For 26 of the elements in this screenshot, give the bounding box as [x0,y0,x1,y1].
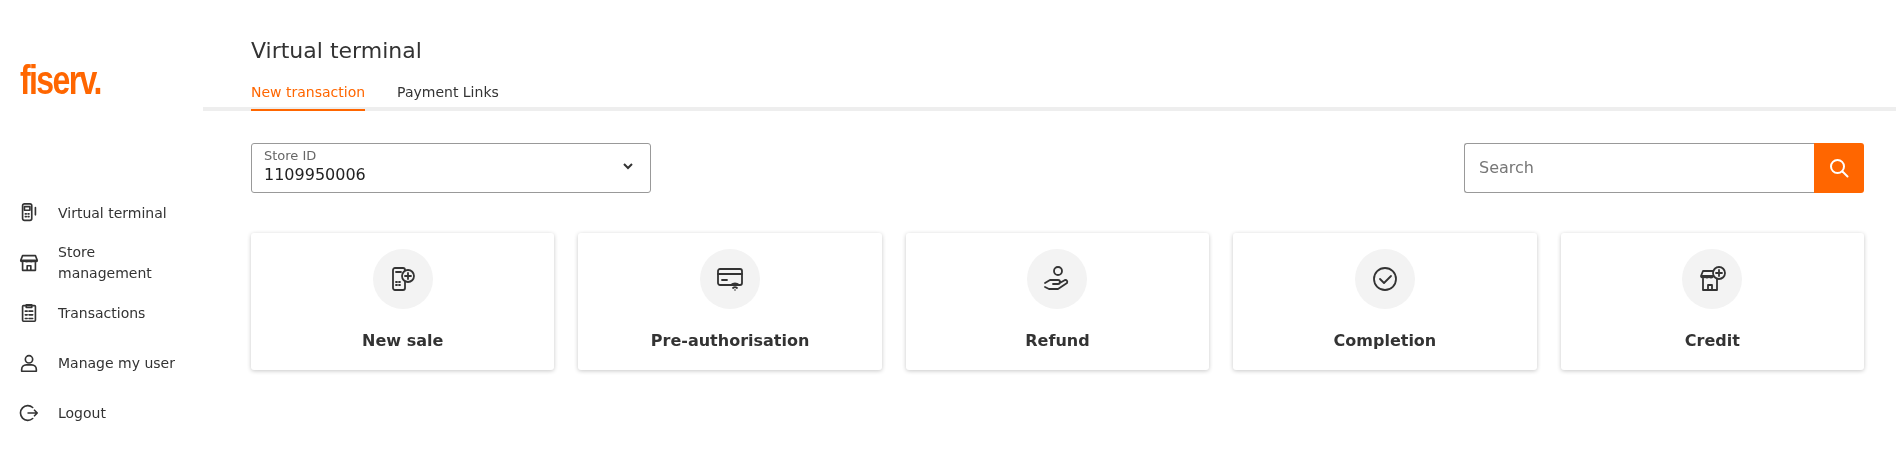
store-id-dropdown[interactable]: Store ID 1109950006 [251,143,651,194]
sidebar-item[interactable]: Virtual terminal [58,202,167,224]
card-label: New sale [362,330,444,353]
card-label: Completion [1333,330,1437,353]
card-label: Pre-authorisation [650,330,810,353]
action-card[interactable]: Credit [1560,233,1864,371]
page-title: Virtual terminal [251,38,423,65]
chevron-down-icon [622,162,634,171]
sidebar-item[interactable]: Manage my user [58,352,175,374]
sidebar-item[interactable]: Store management [58,242,185,284]
logo: fiserv. [20,60,101,100]
user-icon [18,352,40,374]
sidebar-item[interactable]: Logout [58,402,106,424]
action-card[interactable]: Completion [1233,233,1537,371]
action-card[interactable]: Pre-authorisation [578,233,882,371]
logout-icon [18,402,40,424]
card-label: Refund [1025,330,1090,353]
action-card[interactable]: New sale [251,233,555,371]
tab[interactable]: Payment Links [397,78,499,112]
sidebar-item[interactable]: Transactions [58,302,146,324]
search-button[interactable] [1814,143,1864,194]
action-card[interactable]: Refund [905,233,1210,371]
search-field[interactable]: Search [1464,143,1814,194]
card-label: Credit [1684,330,1740,353]
search-icon [1828,157,1850,180]
store-icon [18,252,40,274]
